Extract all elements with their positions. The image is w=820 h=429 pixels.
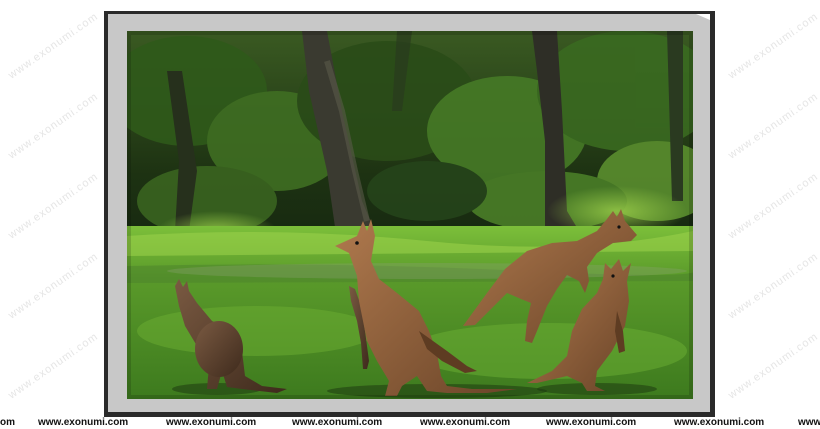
watermark-diagonal-text: www.exonumi.com: [726, 170, 820, 242]
watermark-strip-text: www.exonumi.com: [166, 417, 257, 428]
watermark-diagonal-text: www.exonumi.com: [6, 330, 101, 402]
card-corner-fold: [696, 14, 710, 20]
watermark-strip-text: www.exonumi.com: [546, 417, 637, 428]
watermark-diagonal-text: www.exonumi.com: [726, 330, 820, 402]
watermark-strip-text: www.exonumi.com: [420, 417, 511, 428]
watermark-diagonal-text: www.exonumi.com: [6, 250, 101, 322]
watermark-strip-text: www.exonumi.com: [674, 417, 765, 428]
watermark-diagonal-text: www.exonumi.com: [6, 170, 101, 242]
watermark-strip-text: om: [0, 417, 15, 428]
watermark-diagonal-text: www.exonumi.com: [726, 10, 820, 82]
photo-illustration: [127, 31, 693, 399]
watermark-diagonal-text: www.exonumi.com: [726, 250, 820, 322]
watermark-strip-text: www.exonumi.com: [292, 417, 383, 428]
watermark-strip-text: www: [798, 417, 820, 428]
page: www.exonumi.com www.exonumi.com www.exonum…: [0, 0, 820, 429]
watermark-strip: om www.exonumi.com www.exonumi.com www.exon…: [0, 417, 820, 429]
watermark-diagonal-text: www.exonumi.com: [726, 90, 820, 162]
watermark-diagonal-text: www.exonumi.com: [6, 90, 101, 162]
watermark-diagonal-text: www.exonumi.com: [6, 10, 101, 82]
watermark-strip-text: www.exonumi.com: [38, 417, 129, 428]
kangaroo-photo: [127, 31, 693, 399]
